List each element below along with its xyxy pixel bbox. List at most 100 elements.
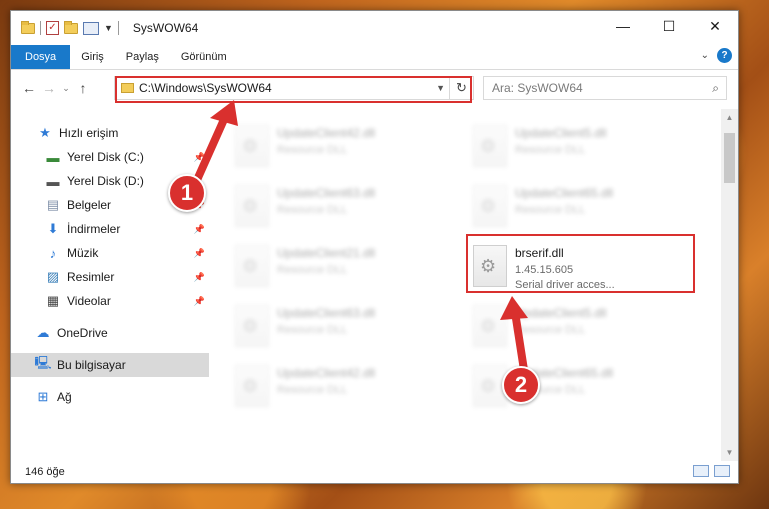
dll-file-icon bbox=[235, 185, 269, 227]
close-button[interactable]: ✕ bbox=[692, 11, 738, 41]
search-icon[interactable]: ⌕ bbox=[712, 81, 719, 96]
sidebar-item-quick-access[interactable]: ★ Hızlı erişim bbox=[11, 121, 209, 145]
sidebar-item-label: Yerel Disk (D:) bbox=[67, 174, 144, 188]
sidebar-item-downloads[interactable]: ⬇ İndirmeler 📌 bbox=[11, 217, 209, 241]
file-name: UpdateClient42.dll bbox=[277, 126, 376, 140]
sidebar-item-label: Bu bilgisayar bbox=[57, 358, 126, 372]
sidebar-item-videos[interactable]: ▦ Videolar 📌 bbox=[11, 289, 209, 313]
up-arrow-icon[interactable]: ↑ bbox=[73, 80, 93, 96]
expand-ribbon-chevron-icon[interactable]: ⌄ bbox=[701, 50, 709, 61]
drive-icon: ▬ bbox=[46, 149, 60, 165]
folder-icon bbox=[121, 83, 134, 93]
tab-home[interactable]: Giriş bbox=[70, 45, 115, 69]
details-view-icon[interactable] bbox=[693, 465, 709, 477]
minimize-button[interactable]: — bbox=[600, 11, 646, 41]
scrollbar-thumb[interactable] bbox=[724, 133, 735, 183]
window-controls: — ☐ ✕ bbox=[600, 11, 738, 41]
computer-icon: 🖳 bbox=[34, 355, 52, 370]
toolbar-divider bbox=[117, 21, 119, 35]
sidebar-item-label: Ağ bbox=[57, 390, 72, 404]
pictures-icon: ▨ bbox=[46, 269, 60, 284]
file-type: Resource DLL bbox=[277, 324, 348, 336]
sidebar-item-label: Müzik bbox=[67, 246, 99, 260]
recent-locations-chevron-icon[interactable]: ⌄ bbox=[59, 83, 73, 94]
forward-arrow-icon[interactable]: → bbox=[39, 80, 59, 96]
file-name: UpdateClient65.dll bbox=[515, 186, 614, 200]
sidebar-item-onedrive[interactable]: ☁ OneDrive bbox=[11, 321, 209, 345]
file-type: Resource DLL bbox=[277, 204, 348, 216]
search-input[interactable]: Ara: SysWOW64 ⌕ bbox=[483, 76, 727, 100]
pin-icon[interactable]: 📌 bbox=[194, 296, 205, 307]
properties-check-icon[interactable]: ✓ bbox=[46, 21, 59, 35]
star-icon: ★ bbox=[39, 125, 51, 140]
sidebar-item-label: Yerel Disk (C:) bbox=[67, 150, 144, 164]
new-folder-icon[interactable] bbox=[64, 20, 78, 34]
file-tile-brserif[interactable]: brserif.dll 1.45.15.605 Serial driver ac… bbox=[473, 239, 673, 295]
file-type: Resource DLL bbox=[515, 324, 586, 336]
search-placeholder: Ara: SysWOW64 bbox=[492, 81, 583, 95]
navigation-bar: ← → ⌄ ↑ C:\Windows\SysWOW64 ▼ ↻ Ara: Sys… bbox=[11, 70, 738, 106]
file-version: 1.45.15.605 bbox=[515, 264, 574, 276]
sidebar-item-local-disk-c[interactable]: ▬ Yerel Disk (C:) 📌 bbox=[11, 145, 209, 169]
explorer-body: ★ Hızlı erişim ▬ Yerel Disk (C:) 📌 ▬ Yer… bbox=[11, 109, 738, 461]
sidebar-item-label: Belgeler bbox=[67, 198, 112, 212]
pin-icon[interactable]: 📌 bbox=[194, 272, 205, 283]
file-explorer-window: ✓ ▼ SysWOW64 — ☐ ✕ Dosya Giriş Paylaş Gö… bbox=[10, 10, 739, 484]
help-icon[interactable]: ? bbox=[717, 48, 732, 63]
dll-file-icon bbox=[235, 245, 269, 287]
address-bar[interactable]: C:\Windows\SysWOW64 ▼ ↻ bbox=[114, 76, 474, 100]
folder-icon[interactable] bbox=[21, 20, 35, 34]
back-arrow-icon[interactable]: ← bbox=[19, 80, 39, 96]
address-path[interactable]: C:\Windows\SysWOW64 bbox=[139, 81, 272, 95]
videos-icon: ▦ bbox=[46, 293, 60, 308]
properties-icon[interactable] bbox=[83, 21, 99, 35]
scroll-down-arrow-icon[interactable]: ▼ bbox=[721, 444, 738, 461]
file-tile[interactable]: UpdateClient21.dll Resource DLL bbox=[235, 239, 435, 295]
dll-file-icon bbox=[473, 305, 507, 347]
file-name: UpdateClient21.dll bbox=[277, 246, 376, 260]
tab-share[interactable]: Paylaş bbox=[115, 45, 170, 69]
window-title: SysWOW64 bbox=[132, 21, 199, 35]
step-badge-1: 1 bbox=[168, 174, 206, 212]
file-type: Resource DLL bbox=[277, 264, 348, 276]
file-tile[interactable]: UpdateClient65.dll Resource DLL bbox=[473, 179, 673, 235]
sidebar-item-this-pc[interactable]: 🖳 Bu bilgisayar bbox=[11, 353, 209, 377]
item-count: 146 öğe bbox=[25, 466, 65, 478]
sidebar-item-music[interactable]: ♪ Müzik 📌 bbox=[11, 241, 209, 265]
title-bar: ✓ ▼ SysWOW64 — ☐ ✕ bbox=[11, 11, 738, 45]
file-type: Resource DLL bbox=[515, 204, 586, 216]
ribbon-tabs: Dosya Giriş Paylaş Görünüm ⌄ ? bbox=[11, 45, 738, 69]
file-name: UpdateClient5.dll bbox=[515, 306, 607, 320]
pin-icon[interactable]: 📌 bbox=[194, 152, 205, 163]
sidebar-item-label: Resimler bbox=[67, 270, 115, 284]
file-list: UpdateClient42.dll Resource DLL UpdateCl… bbox=[209, 109, 738, 461]
documents-icon: ▤ bbox=[46, 197, 60, 212]
pin-icon[interactable]: 📌 bbox=[194, 224, 205, 235]
customize-toolbar-chevron-icon[interactable]: ▼ bbox=[104, 23, 113, 33]
file-name: UpdateClient63.dll bbox=[277, 306, 376, 320]
dll-file-icon bbox=[235, 125, 269, 167]
pin-icon[interactable]: 📌 bbox=[194, 248, 205, 259]
refresh-icon[interactable]: ↻ bbox=[449, 77, 473, 99]
file-name: UpdateClient5.dll bbox=[515, 126, 607, 140]
file-tile[interactable]: UpdateClient63.dll Resource DLL bbox=[235, 179, 435, 235]
file-tile[interactable]: UpdateClient42.dll Resource DLL bbox=[235, 119, 435, 175]
tab-file[interactable]: Dosya bbox=[11, 45, 71, 69]
file-tile[interactable]: UpdateClient42.dll Resource DLL bbox=[235, 359, 435, 415]
file-tile[interactable]: UpdateClient63.dll Resource DLL bbox=[235, 299, 435, 355]
file-type: Resource DLL bbox=[277, 144, 348, 156]
large-icons-view-icon[interactable] bbox=[714, 465, 730, 477]
scroll-up-arrow-icon[interactable]: ▲ bbox=[721, 109, 738, 126]
dll-file-icon bbox=[473, 125, 507, 167]
sidebar-item-label: OneDrive bbox=[57, 326, 108, 340]
address-history-chevron-icon[interactable]: ▼ bbox=[436, 83, 445, 93]
sidebar-item-network[interactable]: ⊞ Ağ bbox=[11, 385, 209, 409]
tab-view[interactable]: Görünüm bbox=[170, 45, 238, 69]
toolbar-divider bbox=[40, 21, 41, 35]
sidebar-item-label: Hızlı erişim bbox=[59, 126, 119, 140]
sidebar-item-pictures[interactable]: ▨ Resimler 📌 bbox=[11, 265, 209, 289]
vertical-scrollbar[interactable]: ▲ ▼ bbox=[721, 109, 738, 461]
maximize-button[interactable]: ☐ bbox=[646, 11, 692, 41]
file-tile[interactable]: UpdateClient5.dll Resource DLL bbox=[473, 119, 673, 175]
file-tile[interactable]: UpdateClient5.dll Resource DLL bbox=[473, 299, 673, 355]
